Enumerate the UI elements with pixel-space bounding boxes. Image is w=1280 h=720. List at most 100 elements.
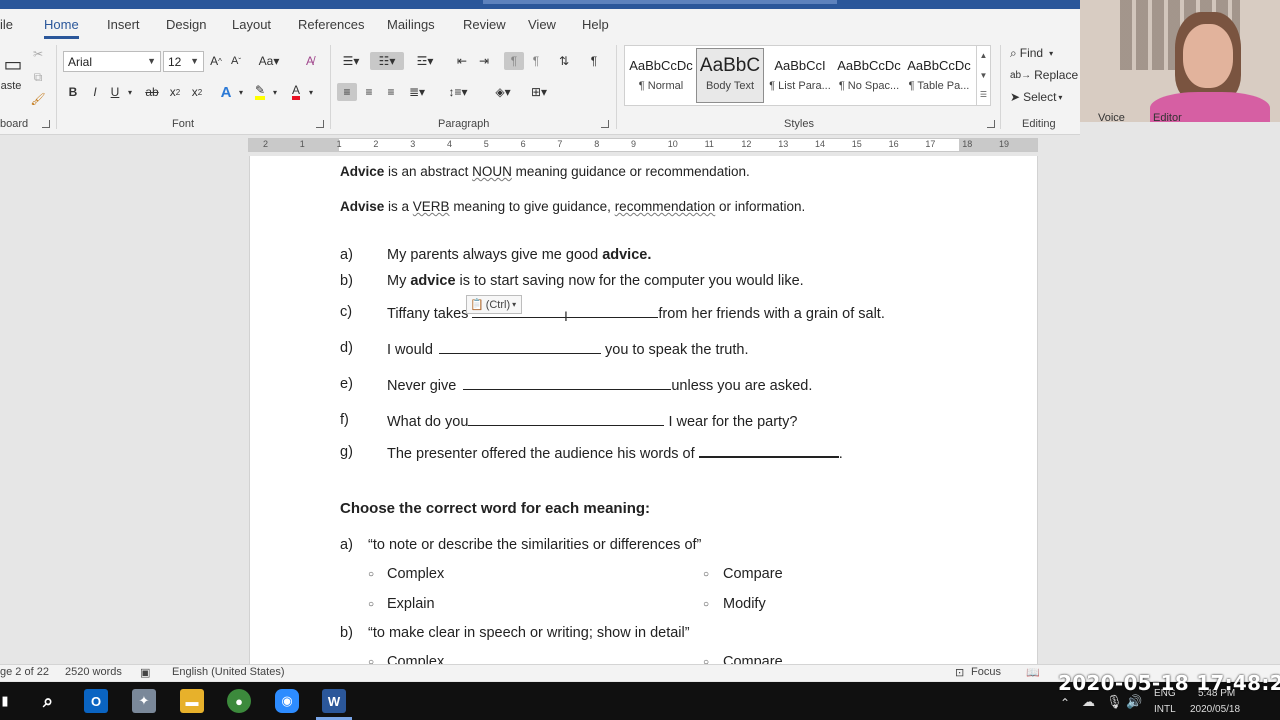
document-page[interactable]: Advice is an abstract NOUN meaning guida… <box>249 156 1038 664</box>
tab-mailings[interactable]: Mailings <box>387 17 435 32</box>
tab-insert[interactable]: Insert <box>107 17 140 32</box>
borders-icon[interactable]: ⊞▾ <box>524 83 554 101</box>
word-count[interactable]: 2520 words <box>65 666 122 678</box>
cut-icon[interactable]: ✂ <box>30 46 46 62</box>
sort-icon[interactable]: ⇅ <box>554 52 574 70</box>
horizontal-ruler[interactable]: 2 1 1 2 3 4 5 6 7 8 9 10 11 12 13 14 15 16 17 18 19 <box>248 138 1038 152</box>
option-item[interactable]: Compare <box>723 566 783 582</box>
read-mode-icon[interactable]: 📖 <box>1026 666 1040 679</box>
chevron-down-icon[interactable]: ▾ <box>270 83 280 101</box>
option-item[interactable]: Complex <box>387 654 444 664</box>
italic-icon[interactable]: I <box>86 83 104 101</box>
styles-launcher-icon[interactable] <box>987 120 995 128</box>
chevron-up-icon[interactable]: ⌃ <box>1060 696 1070 710</box>
volume-icon[interactable]: 🔊 <box>1126 694 1142 710</box>
style-list-paragraph[interactable]: AaBbCcI ¶ List Para... <box>766 48 834 103</box>
language-status[interactable]: English (United States) <box>172 666 285 678</box>
answer-blank[interactable] <box>698 444 839 458</box>
numbering-icon[interactable]: ☷▾ <box>370 52 404 70</box>
start-icon[interactable]: ▮ <box>0 689 12 713</box>
clear-formatting-icon[interactable]: A̸ <box>300 52 320 70</box>
keyboard-language-bottom[interactable]: INTL <box>1154 704 1176 715</box>
strikethrough-icon[interactable]: ab <box>142 83 162 101</box>
chevron-down-icon[interactable]: ▼ <box>977 66 990 86</box>
search-icon[interactable]: ⌕ <box>36 689 60 713</box>
underline-icon[interactable]: U <box>106 83 124 101</box>
shading-icon[interactable]: ◈▾ <box>488 83 518 101</box>
line-spacing-icon[interactable]: ↕≡▾ <box>444 83 472 101</box>
align-left-icon[interactable]: ≡ <box>337 83 357 101</box>
tab-review[interactable]: Review <box>463 17 506 32</box>
highlight-color-icon[interactable]: ✎ <box>250 83 270 101</box>
grow-font-icon[interactable]: A ^ <box>206 52 226 70</box>
proofing-icon[interactable]: ▣ <box>140 666 150 679</box>
zoom-icon[interactable]: ◉ <box>275 689 299 713</box>
paste-options-button[interactable]: 📋 (Ctrl) ▾ <box>466 295 522 314</box>
answer-blank[interactable] <box>463 376 672 390</box>
tab-layout[interactable]: Layout <box>232 17 271 32</box>
style-table-paragraph[interactable]: AaBbCcDc ¶ Table Pa... <box>905 48 973 103</box>
change-case-icon[interactable]: Aa▾ <box>256 52 282 70</box>
gallery-scroll[interactable]: ▲ ▼ ☰ <box>976 46 990 105</box>
paste-label[interactable]: aste <box>0 79 22 93</box>
text-effects-icon[interactable]: A <box>216 83 236 101</box>
chevron-up-icon[interactable]: ▲ <box>977 46 990 66</box>
chevron-down-icon[interactable]: ▾ <box>306 83 316 101</box>
more-styles-icon[interactable]: ☰ <box>977 86 990 104</box>
shrink-font-icon[interactable]: Aˇ <box>226 52 246 70</box>
format-painter-icon[interactable]: 🖌 <box>29 91 47 107</box>
option-item[interactable]: Modify <box>723 596 766 612</box>
tab-view[interactable]: View <box>528 17 556 32</box>
font-name-combo[interactable]: Arial ▼ <box>63 51 161 72</box>
tab-design[interactable]: Design <box>166 17 206 32</box>
style-normal[interactable]: AaBbCcDc ¶ Normal <box>627 48 695 103</box>
copy-icon[interactable]: ⧉ <box>30 69 46 85</box>
increase-indent-icon[interactable]: ⇥ <box>474 52 494 70</box>
tab-home[interactable]: Home <box>44 17 79 39</box>
paragraph-launcher-icon[interactable] <box>601 120 609 128</box>
subscript-icon[interactable]: x2 <box>166 83 184 101</box>
title-search-box[interactable] <box>483 0 837 4</box>
page-count[interactable]: ge 2 of 22 <box>0 666 49 678</box>
microphone-icon[interactable]: 🎙 <box>1106 694 1123 710</box>
focus-button[interactable]: Focus <box>971 666 1001 678</box>
file-explorer-icon[interactable]: ▬ <box>180 689 204 713</box>
app-icon[interactable]: ✦ <box>132 689 156 713</box>
show-marks-icon[interactable]: ¶ <box>584 52 604 70</box>
bullets-icon[interactable]: ☰▾ <box>337 52 365 70</box>
style-no-spacing[interactable]: AaBbCcDc ¶ No Spac... <box>835 48 903 103</box>
clipboard-launcher-icon[interactable] <box>42 120 50 128</box>
focus-icon[interactable]: ⊡ <box>955 666 964 679</box>
replace-button[interactable]: ab→ Replace <box>1010 66 1078 84</box>
rtl-icon[interactable]: ¶ <box>526 52 546 70</box>
justify-icon[interactable]: ≣▾ <box>403 83 431 101</box>
chevron-down-icon[interactable]: ▾ <box>124 83 136 101</box>
tab-help[interactable]: Help <box>582 17 609 32</box>
font-color-icon[interactable]: A <box>286 83 306 101</box>
tab-file[interactable]: ile <box>0 17 13 32</box>
align-center-icon[interactable]: ≡ <box>359 83 379 101</box>
font-launcher-icon[interactable] <box>316 120 324 128</box>
cloud-icon[interactable]: ☁ <box>1082 694 1095 710</box>
paste-icon[interactable]: ▭ <box>2 51 24 77</box>
tab-references[interactable]: References <box>298 17 364 32</box>
clock-date[interactable]: 2020/05/18 <box>1190 704 1240 715</box>
superscript-icon[interactable]: x2 <box>188 83 206 101</box>
option-item[interactable]: Compare <box>723 654 783 664</box>
chevron-down-icon[interactable]: ▾ <box>236 83 246 101</box>
outlook-icon[interactable]: O <box>84 689 108 713</box>
select-button[interactable]: ➤ Select ▾ <box>1010 88 1076 106</box>
font-size-combo[interactable]: 12 ▼ <box>163 51 204 72</box>
find-button[interactable]: ⌕ Find ▾ <box>1010 44 1070 62</box>
option-item[interactable]: Complex <box>387 566 444 582</box>
align-right-icon[interactable]: ≡ <box>381 83 401 101</box>
ltr-icon[interactable]: ¶ <box>504 52 524 70</box>
style-body-text[interactable]: AaBbC Body Text <box>696 48 764 103</box>
word-icon[interactable]: W <box>322 689 346 713</box>
chrome-icon[interactable]: ● <box>227 689 251 713</box>
bold-icon[interactable]: B <box>64 83 82 101</box>
multilevel-list-icon[interactable]: ☲▾ <box>410 52 440 70</box>
option-item[interactable]: Explain <box>387 596 435 612</box>
answer-blank[interactable] <box>468 412 665 426</box>
answer-blank[interactable] <box>438 340 601 354</box>
